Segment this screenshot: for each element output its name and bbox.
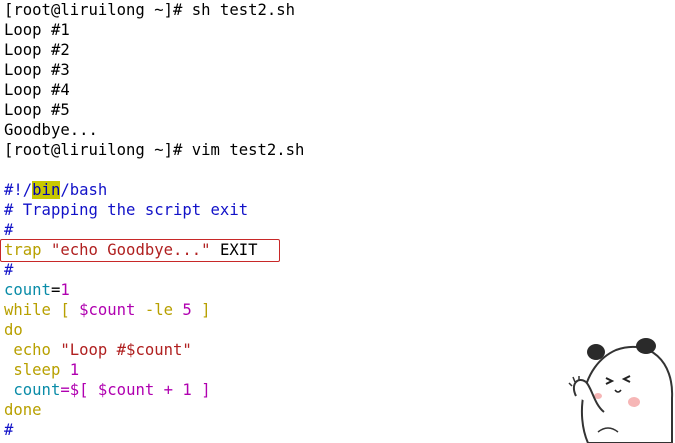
output-line: Goodbye... [4,121,98,139]
shebang-suffix: /bash [60,181,108,199]
comment-line: # [4,221,14,239]
terminal-output: [root@liruilong ~]# sh test2.sh Loop #1 … [4,0,644,160]
comment-line: # [4,421,14,439]
while-line: while [ $count -le 5 ] [4,300,644,320]
count-variable: count [4,281,51,299]
trap-highlight-box [0,239,280,262]
vim-editor[interactable]: #!/bin/bash # Trapping the script exit #… [4,180,644,440]
while-operator: -le [135,301,183,319]
echo-string: "Loop #$count" [60,341,192,359]
increment-line: count=$[ $count + 1 ] [4,380,644,400]
shebang-prefix: #!/ [4,181,33,199]
panda-mascot-icon [568,338,674,443]
output-line: Loop #1 [4,21,70,39]
echo-keyword: echo [4,341,61,359]
increment-variable: count [4,381,61,399]
count-value: 1 [60,281,70,299]
output-line: Loop #3 [4,61,70,79]
output-line: Loop #2 [4,41,70,59]
shebang-line: #!/bin/bash [4,180,644,200]
comment-line: # Trapping the script exit [4,201,249,219]
sleep-keyword: sleep [4,361,70,379]
comment-line: # [4,261,14,279]
output-line: Loop #5 [4,101,70,119]
arith-close: ] [191,381,211,399]
do-line: do [4,321,23,339]
arith-open: =$[ [60,381,98,399]
search-highlight: bin [32,181,61,199]
done-line: done [4,401,42,419]
sleep-line: sleep 1 [4,360,644,380]
assign-operator: = [50,281,61,299]
echo-line: echo "Loop #$count" [4,340,644,360]
output-line: Loop #4 [4,81,70,99]
prompt-line: [root@liruilong ~]# vim test2.sh [4,141,305,159]
arith-op: + [154,381,183,399]
while-bracket: ] [191,301,211,319]
count-init-line: count=1 [4,280,644,300]
arith-ref: $count [97,381,155,399]
arith-num: 1 [182,381,192,399]
while-keyword: while [ [4,301,80,319]
while-variable: $count [79,301,136,319]
while-limit: 5 [182,301,192,319]
sleep-value: 1 [69,361,80,379]
prompt-line: [root@liruilong ~]# sh test2.sh [4,1,296,19]
